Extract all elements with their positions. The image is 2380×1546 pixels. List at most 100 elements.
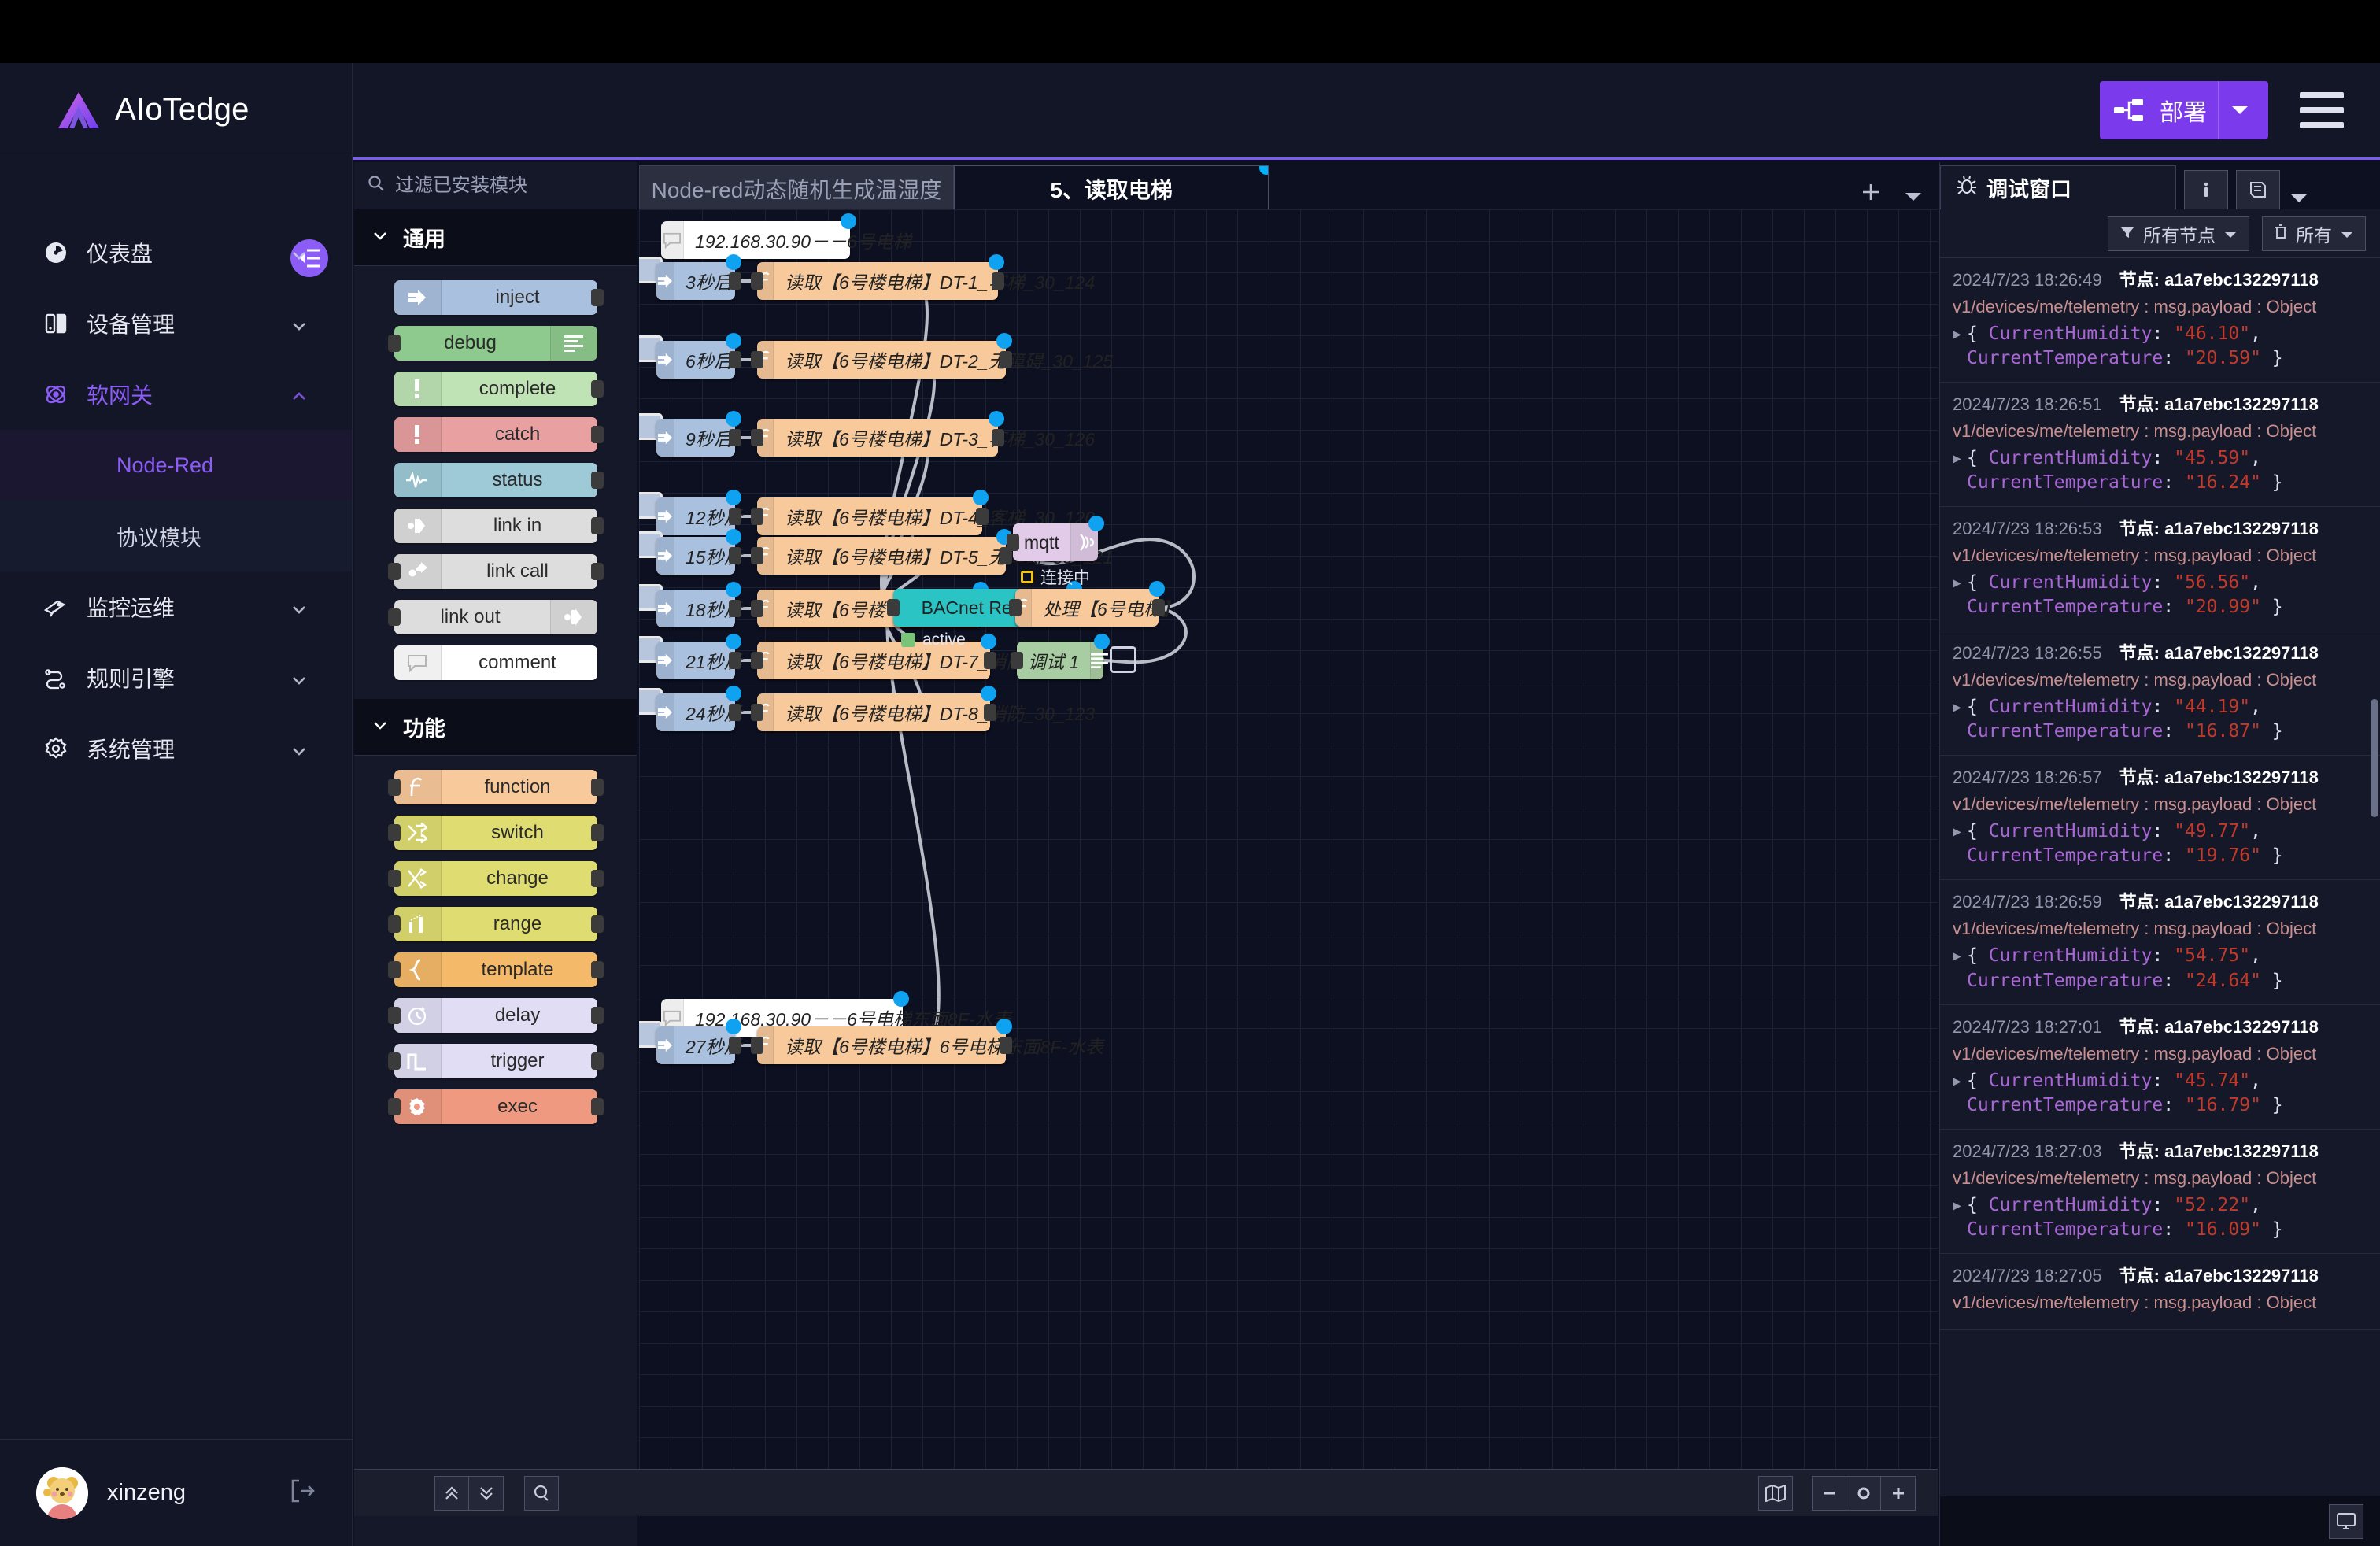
chevrons-up-icon[interactable]: [434, 1476, 469, 1511]
deploy-button[interactable]: 部署: [2100, 81, 2268, 139]
output-port[interactable]: [992, 272, 1004, 290]
output-port[interactable]: [1152, 599, 1165, 616]
output-port[interactable]: [591, 915, 604, 933]
debug-entry[interactable]: 2024/7/23 18:27:05 节点: a1a7ebc132297118 …: [1940, 1254, 2380, 1330]
tab-flow-0[interactable]: Node-red动态随机生成温湿度: [639, 165, 954, 211]
debug-entry[interactable]: 2024/7/23 18:26:57 节点: a1a7ebc132297118 …: [1940, 756, 2380, 880]
output-port[interactable]: [591, 1098, 604, 1115]
debug-payload[interactable]: ▶ { CurrentHumidity: "45.59", CurrentTem…: [1953, 446, 2367, 495]
output-port[interactable]: [729, 351, 741, 368]
input-port[interactable]: [751, 652, 763, 669]
debug-payload[interactable]: ▶ { CurrentHumidity: "56.56", CurrentTem…: [1953, 571, 2367, 620]
output-port[interactable]: [976, 508, 989, 525]
debug-clear-dropdown[interactable]: 所有: [2262, 216, 2366, 251]
output-port[interactable]: [591, 563, 604, 580]
output-port[interactable]: [729, 272, 741, 290]
palette-category-general[interactable]: 通用: [354, 209, 637, 266]
output-port[interactable]: [984, 652, 996, 669]
inject-node-0[interactable]: 3秒后: [656, 262, 735, 300]
debug-message-list[interactable]: 2024/7/23 18:26:49 节点: a1a7ebc132297118 …: [1940, 258, 2380, 1490]
chevron-down-icon[interactable]: [2218, 81, 2260, 139]
palette-node-template[interactable]: template: [394, 952, 597, 987]
sidebar-item-rule-engine[interactable]: 规则引擎: [0, 642, 352, 713]
input-port[interactable]: [388, 1052, 401, 1070]
palette-search[interactable]: [354, 162, 637, 209]
sidebar-item-device-management[interactable]: 设备管理: [0, 288, 352, 359]
process-function-node[interactable]: 处理【6号电梯】: [1015, 589, 1159, 627]
monitor-icon[interactable]: [2329, 1504, 2363, 1539]
output-port[interactable]: [591, 1052, 604, 1070]
palette-node-trigger[interactable]: trigger: [394, 1044, 597, 1078]
sidebar-item-soft-gateway[interactable]: 软网关: [0, 359, 352, 430]
function-node-1[interactable]: 读取【6号楼电梯】DT-2_无障碍_30_125: [757, 341, 1006, 379]
input-port[interactable]: [388, 563, 401, 580]
output-port[interactable]: [591, 961, 604, 978]
comment-node-0[interactable]: 192.168.30.90－－6号电梯: [661, 221, 850, 259]
function-node-0[interactable]: 读取【6号楼电梯】DT-1_客梯_30_124: [757, 262, 998, 300]
debug-node[interactable]: 调试 1: [1017, 642, 1103, 679]
inject-node-8[interactable]: 27秒后: [656, 1026, 735, 1064]
palette-node-change[interactable]: change: [394, 861, 597, 896]
input-port[interactable]: [388, 870, 401, 887]
debug-payload[interactable]: ▶ { CurrentHumidity: "54.75", CurrentTem…: [1953, 944, 2367, 993]
input-port[interactable]: [751, 272, 763, 290]
tab-flow-1[interactable]: 5、读取电梯: [954, 165, 1269, 211]
input-port[interactable]: [1007, 534, 1019, 551]
input-port[interactable]: [388, 824, 401, 841]
debug-entry[interactable]: 2024/7/23 18:27:01 节点: a1a7ebc132297118 …: [1940, 1005, 2380, 1130]
input-port[interactable]: [751, 351, 763, 368]
palette-node-debug[interactable]: debug: [394, 326, 597, 361]
palette-node-catch[interactable]: catch: [394, 417, 597, 452]
expand-caret-icon[interactable]: ▶: [1953, 574, 1961, 593]
debug-scrollbar[interactable]: [2371, 699, 2378, 817]
debug-entry[interactable]: 2024/7/23 18:26:51 节点: a1a7ebc132297118 …: [1940, 383, 2380, 507]
expand-caret-icon[interactable]: ▶: [1953, 947, 1961, 966]
sidebar-item-monitoring[interactable]: 监控运维: [0, 571, 352, 642]
logout-icon[interactable]: [288, 1477, 316, 1509]
sidebar-item-dashboard[interactable]: 仪表盘: [0, 217, 352, 288]
output-port[interactable]: [1000, 1037, 1012, 1054]
palette-node-complete[interactable]: complete: [394, 372, 597, 406]
debug-entry[interactable]: 2024/7/23 18:26:53 节点: a1a7ebc132297118 …: [1940, 507, 2380, 631]
input-port[interactable]: [1009, 599, 1022, 616]
debug-payload[interactable]: ▶ { CurrentHumidity: "52.22", CurrentTem…: [1953, 1193, 2367, 1242]
inject-node-6[interactable]: 21秒后: [656, 642, 735, 679]
output-port[interactable]: [591, 380, 604, 398]
palette-node-link-call[interactable]: link call: [394, 554, 597, 589]
input-port[interactable]: [388, 1098, 401, 1115]
input-port[interactable]: [388, 335, 401, 352]
function-node-3[interactable]: 读取【6号楼电梯】DT-4_客梯_30_120: [757, 497, 982, 535]
expand-caret-icon[interactable]: ▶: [1953, 1196, 1961, 1215]
output-port[interactable]: [729, 429, 741, 446]
input-port[interactable]: [388, 1007, 401, 1024]
function-node-7[interactable]: 读取【6号楼电梯】DT-8_消防_30_123: [757, 693, 990, 731]
palette-node-range[interactable]: range: [394, 907, 597, 941]
palette-node-exec[interactable]: exec: [394, 1089, 597, 1124]
input-port[interactable]: [751, 704, 763, 721]
chevron-down-icon[interactable]: [2288, 191, 2310, 209]
output-port[interactable]: [729, 1037, 741, 1054]
sidebar-item-node-red[interactable]: Node-Red: [0, 430, 352, 501]
expand-caret-icon[interactable]: ▶: [1953, 698, 1961, 717]
palette-search-button[interactable]: [524, 1476, 559, 1511]
debug-entry[interactable]: 2024/7/23 18:26:55 节点: a1a7ebc132297118 …: [1940, 631, 2380, 756]
palette-node-inject[interactable]: inject: [394, 280, 597, 315]
output-port[interactable]: [984, 704, 996, 721]
palette-node-comment[interactable]: comment: [394, 645, 597, 680]
debug-entry[interactable]: 2024/7/23 18:27:03 节点: a1a7ebc132297118 …: [1940, 1130, 2380, 1254]
input-port[interactable]: [751, 429, 763, 446]
debug-toggle-button[interactable]: [1110, 646, 1136, 673]
inject-node-7[interactable]: 24秒后: [656, 693, 735, 731]
output-port[interactable]: [591, 472, 604, 489]
inject-node-1[interactable]: 6秒后: [656, 341, 735, 379]
function-node-4[interactable]: 读取【6号楼电梯】DT-5_无障碍_30_121: [757, 537, 1006, 575]
palette-node-status[interactable]: status: [394, 463, 597, 497]
debug-entry[interactable]: 2024/7/23 18:26:49 节点: a1a7ebc132297118 …: [1940, 258, 2380, 383]
map-icon[interactable]: [1758, 1476, 1793, 1511]
output-port[interactable]: [992, 429, 1004, 446]
debug-payload[interactable]: ▶ { CurrentHumidity: "49.77", CurrentTem…: [1953, 819, 2367, 868]
input-port[interactable]: [751, 508, 763, 525]
info-icon[interactable]: [2184, 170, 2228, 209]
book-icon[interactable]: [2236, 170, 2280, 209]
palette-node-link-out[interactable]: link out: [394, 600, 597, 634]
